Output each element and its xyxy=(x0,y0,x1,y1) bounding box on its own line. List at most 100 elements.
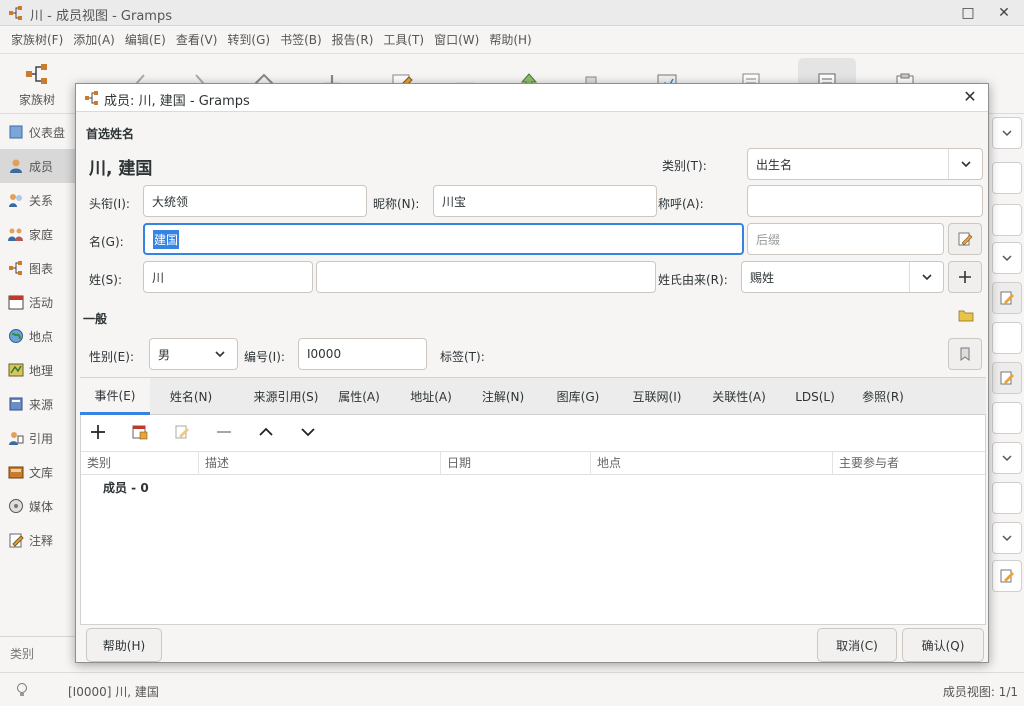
event-group-row[interactable]: 成员 - 0 xyxy=(103,479,149,496)
chevron-up-icon xyxy=(259,427,273,436)
chevron-down-icon[interactable] xyxy=(948,149,982,179)
column-header-place[interactable]: 地点 xyxy=(591,452,833,475)
help-button[interactable]: 帮助(H) xyxy=(86,628,162,662)
menu-windows[interactable]: 窗口(W) xyxy=(429,31,484,48)
family-trees-button[interactable]: 家族树 xyxy=(8,58,66,110)
right-panel-edit-button-3[interactable] xyxy=(992,560,1022,592)
edit-name-button[interactable] xyxy=(948,223,982,255)
surname-field[interactable]: 川 xyxy=(143,261,313,293)
tab-lds[interactable]: LDS(L) xyxy=(784,378,846,415)
surname-origin-value: 赐姓 xyxy=(750,270,775,285)
menu-go[interactable]: 转到(G) xyxy=(222,31,275,48)
right-panel-field-2[interactable] xyxy=(992,204,1022,236)
sidebar-item-places[interactable]: 地点 xyxy=(0,319,78,353)
tab-label: 事件(E) xyxy=(94,388,136,403)
sidebar-item-label: 图表 xyxy=(29,261,54,276)
chevron-down-icon[interactable] xyxy=(203,339,237,369)
sidebar-item-events[interactable]: 活动 xyxy=(0,285,78,319)
nickname-field[interactable]: 川宝 xyxy=(433,185,657,217)
menu-edit[interactable]: 编辑(E) xyxy=(120,31,171,48)
ok-button[interactable]: 确认(Q) xyxy=(902,628,984,662)
edit-event-button[interactable] xyxy=(169,420,195,444)
menu-family-tree[interactable]: 家族树(F) xyxy=(6,31,68,48)
edit-tags-button[interactable] xyxy=(948,338,982,370)
tab-label: 注解(N) xyxy=(481,390,525,404)
sidebar-item-people[interactable]: 成员 xyxy=(0,149,78,183)
menu-tools[interactable]: 工具(T) xyxy=(378,31,429,48)
lightbulb-icon[interactable] xyxy=(14,682,30,698)
close-icon[interactable]: ✕ xyxy=(994,3,1014,23)
cancel-button[interactable]: 取消(C) xyxy=(817,628,897,662)
given-name-value: 建国 xyxy=(153,229,180,249)
suffix-field[interactable]: 后缀 xyxy=(747,223,944,255)
family-tree-app-icon xyxy=(9,6,22,20)
maximize-icon[interactable]: □ xyxy=(958,3,978,23)
name-type-combo[interactable]: 出生名 xyxy=(747,148,983,180)
right-panel-edit-button-2[interactable] xyxy=(992,362,1022,394)
column-header-type[interactable]: 类别 xyxy=(81,452,199,475)
edit-person-dialog: 成员: 川, 建国 - Gramps ✕ 首选姓名 川, 建国 类别(T): 出… xyxy=(75,83,989,663)
tab-notes[interactable]: 注解(N) xyxy=(472,378,534,415)
sidebar-item-citations[interactable]: 引用 xyxy=(0,421,78,455)
sidebar-item-label: 仪表盘 xyxy=(29,125,66,140)
sidebar-item-families[interactable]: 家庭 xyxy=(0,217,78,251)
tab-citations[interactable]: 来源引用(S) xyxy=(230,378,342,415)
add-event-button[interactable] xyxy=(85,420,111,444)
tab-associations[interactable]: 关联性(A) xyxy=(702,378,776,415)
remove-event-button[interactable] xyxy=(211,420,237,444)
tab-attributes[interactable]: 属性(A) xyxy=(328,378,390,415)
menu-reports[interactable]: 报告(R) xyxy=(327,31,379,48)
repository-icon xyxy=(8,466,24,479)
menu-help[interactable]: 帮助(H) xyxy=(484,31,536,48)
call-name-field[interactable] xyxy=(747,185,983,217)
given-name-label: 名(G): xyxy=(89,235,124,249)
menu-view[interactable]: 查看(V) xyxy=(171,31,223,48)
add-surname-button[interactable] xyxy=(948,261,982,293)
right-panel-field-4[interactable] xyxy=(992,402,1022,434)
dashboard-icon xyxy=(9,125,23,139)
move-up-button[interactable] xyxy=(253,420,279,444)
sidebar-item-media[interactable]: 媒体 xyxy=(0,489,78,523)
sidebar-item-notes[interactable]: 注释 xyxy=(0,523,78,557)
right-panel-field-1[interactable] xyxy=(992,162,1022,194)
tab-addresses[interactable]: 地址(A) xyxy=(400,378,462,415)
sidebar-item-repositories[interactable]: 文库 xyxy=(0,455,78,489)
tab-gallery[interactable]: 图库(G) xyxy=(546,378,610,415)
right-panel-dropdown-3[interactable] xyxy=(992,522,1022,554)
menu-add[interactable]: 添加(A) xyxy=(68,31,120,48)
tab-internet[interactable]: 互联网(I) xyxy=(620,378,694,415)
share-event-button[interactable] xyxy=(127,420,153,444)
chevron-down-icon[interactable] xyxy=(909,262,943,292)
surname-prefix-field[interactable] xyxy=(316,261,656,293)
right-panel-field-5[interactable] xyxy=(992,482,1022,514)
column-header-date[interactable]: 日期 xyxy=(441,452,591,475)
move-down-button[interactable] xyxy=(295,420,321,444)
tab-names[interactable]: 姓名(N) xyxy=(156,378,226,415)
sidebar-item-charts[interactable]: 图表 xyxy=(0,251,78,285)
sidebar-item-sources[interactable]: 来源 xyxy=(0,387,78,421)
sidebar-category-selector[interactable]: 类别 xyxy=(0,636,78,666)
surname-origin-combo[interactable]: 赐姓 xyxy=(741,261,944,293)
gender-combo[interactable]: 男 xyxy=(149,338,238,370)
right-panel-dropdown-1[interactable] xyxy=(992,242,1022,274)
sidebar-item-dashboard[interactable]: 仪表盘 xyxy=(0,115,78,149)
column-header-main-participants[interactable]: 主要参与者 xyxy=(833,452,985,475)
right-panel-field-3[interactable] xyxy=(992,322,1022,354)
right-panel-edit-button-1[interactable] xyxy=(992,282,1022,314)
sidebar-item-geography[interactable]: 地理 xyxy=(0,353,78,387)
menu-bookmarks[interactable]: 书签(B) xyxy=(275,31,327,48)
right-panel-expander[interactable] xyxy=(992,117,1022,149)
surname-value: 川 xyxy=(152,270,165,285)
right-panel-dropdown-2[interactable] xyxy=(992,442,1022,474)
tags-label: 标签(T): xyxy=(440,350,485,364)
tab-events[interactable]: 事件(E) xyxy=(80,378,150,415)
main-window-title: 川 - 成员视图 - Gramps xyxy=(30,9,172,24)
given-name-field[interactable]: 建国 xyxy=(143,223,744,255)
tab-references[interactable]: 参照(R) xyxy=(852,378,914,415)
sidebar-item-relationships[interactable]: 关系 xyxy=(0,183,78,217)
id-field[interactable]: I0000 xyxy=(298,338,427,370)
title-field[interactable]: 大统领 xyxy=(143,185,367,217)
column-header-description[interactable]: 描述 xyxy=(199,452,441,475)
dialog-close-icon[interactable]: ✕ xyxy=(960,87,980,107)
tab-label: 地址(A) xyxy=(410,390,452,404)
